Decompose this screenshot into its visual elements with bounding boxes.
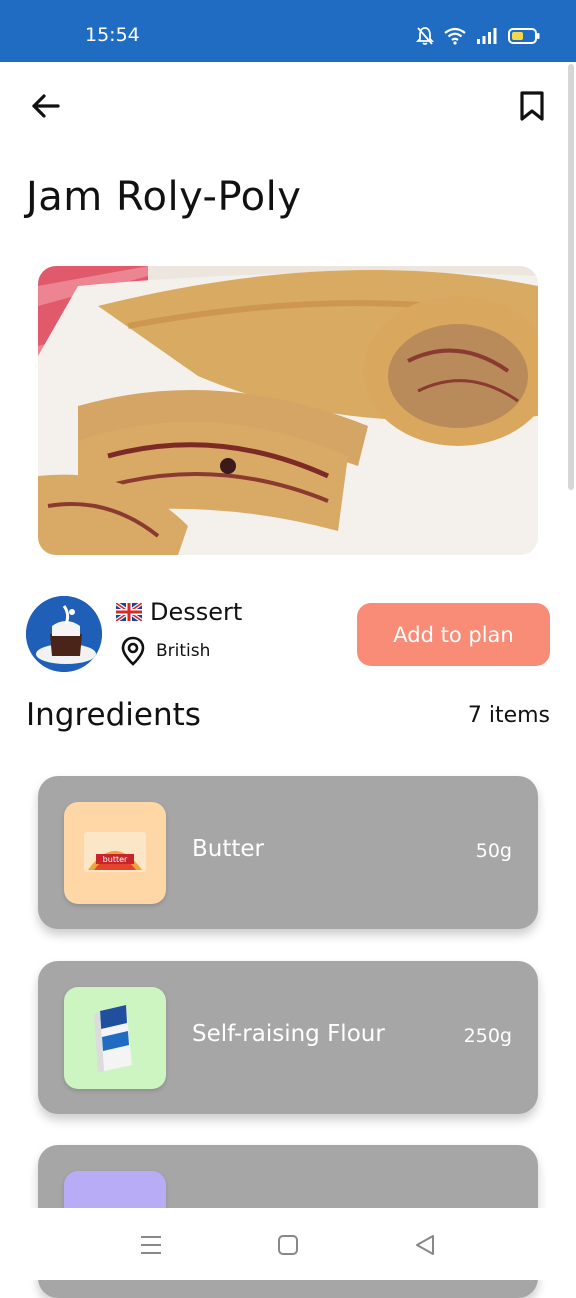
status-bar: 15:54 bbox=[0, 0, 576, 62]
category-avatar bbox=[26, 596, 102, 672]
ingredient-thumbnail bbox=[64, 987, 166, 1089]
scrollbar[interactable] bbox=[568, 64, 574, 490]
wifi-icon bbox=[444, 27, 466, 45]
svg-text:butter: butter bbox=[103, 855, 128, 864]
add-to-plan-button[interactable]: Add to plan bbox=[357, 603, 550, 666]
ingredient-measure: 250g bbox=[463, 1025, 512, 1047]
area-label: British bbox=[156, 641, 211, 661]
bell-off-icon bbox=[416, 27, 434, 45]
category-label: Dessert bbox=[150, 598, 243, 626]
ingredient-thumbnail: butter bbox=[64, 802, 166, 904]
location-pin-icon bbox=[121, 636, 145, 666]
ingredients-count: 7 items bbox=[467, 703, 550, 728]
home-button[interactable] bbox=[273, 1230, 303, 1260]
back-nav-button[interactable] bbox=[410, 1230, 440, 1260]
signal-icon bbox=[477, 28, 497, 44]
status-icons bbox=[416, 26, 540, 46]
ingredient-measure: 50g bbox=[475, 840, 512, 862]
category-row: Dessert bbox=[116, 598, 242, 626]
bookmark-button[interactable] bbox=[514, 88, 550, 124]
ingredient-name: Self-raising Flour bbox=[192, 1021, 385, 1047]
ingredient-name: Butter bbox=[192, 836, 264, 862]
bookmark-icon bbox=[520, 91, 544, 121]
back-button[interactable] bbox=[28, 88, 64, 124]
ingredients-heading: Ingredients bbox=[26, 697, 201, 733]
status-time: 15:54 bbox=[85, 24, 140, 46]
triangle-back-icon bbox=[416, 1235, 434, 1255]
system-nav-bar bbox=[0, 1208, 576, 1280]
uk-flag-icon bbox=[116, 603, 142, 621]
recent-apps-button[interactable] bbox=[136, 1230, 166, 1260]
page-title: Jam Roly-Poly bbox=[26, 174, 302, 220]
arrow-left-icon bbox=[32, 94, 60, 118]
ingredient-card[interactable]: Self-raising Flour 250g bbox=[38, 961, 538, 1114]
ingredient-card[interactable]: butter Butter 50g bbox=[38, 776, 538, 929]
square-icon bbox=[278, 1235, 298, 1255]
menu-icon bbox=[141, 1236, 161, 1254]
area-row: British bbox=[120, 636, 210, 666]
meal-image bbox=[38, 266, 538, 555]
battery-icon bbox=[508, 28, 540, 44]
